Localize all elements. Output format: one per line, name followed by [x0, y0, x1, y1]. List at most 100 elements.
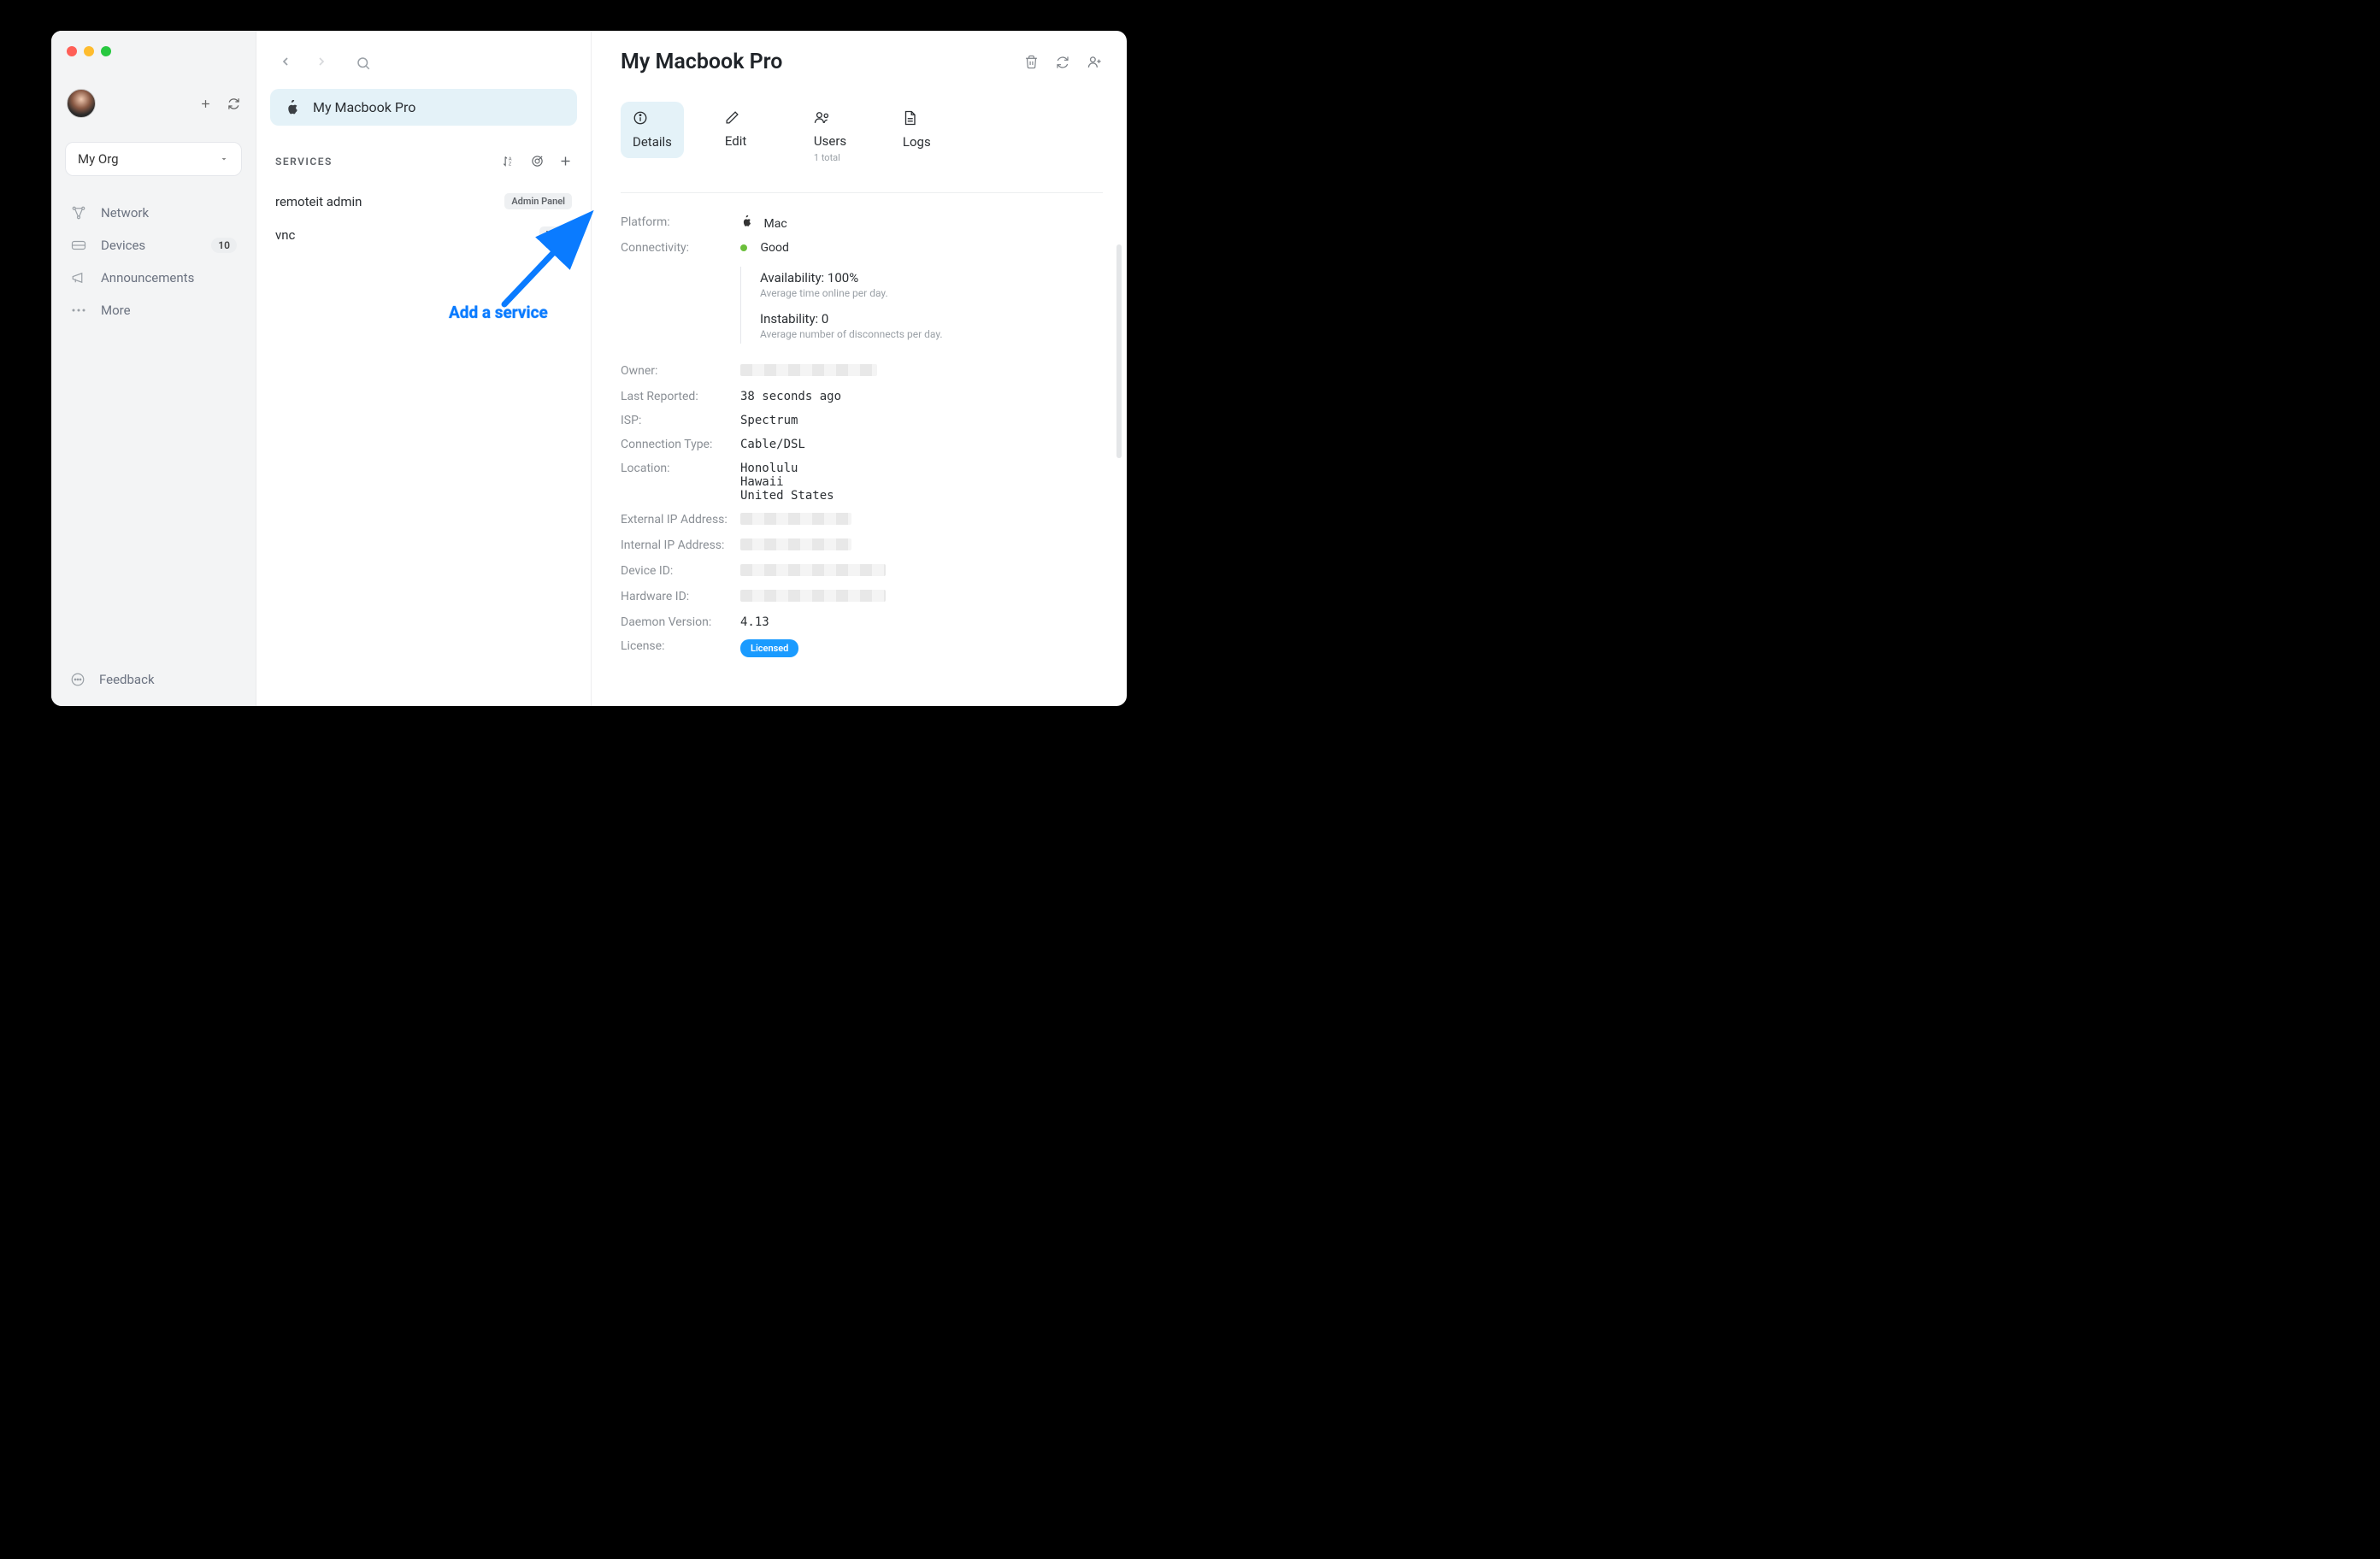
- daemon-version-value: 4.13: [740, 615, 769, 629]
- sidebar-item-label: Network: [101, 205, 149, 221]
- devices-count-badge: 10: [211, 238, 237, 253]
- refresh-icon[interactable]: [227, 97, 240, 110]
- sidebar-item-label: Announcements: [101, 270, 194, 285]
- instability-sub: Average number of disconnects per day.: [760, 328, 1103, 340]
- device-id-label: Device ID:: [621, 564, 740, 579]
- tab-label: Edit: [725, 133, 746, 149]
- sidebar-nav: Network Devices 10 Announcements More: [51, 191, 256, 332]
- megaphone-icon: [70, 271, 87, 285]
- tab-sublabel: 1 total: [814, 152, 840, 163]
- availability-sub: Average time online per day.: [760, 287, 1103, 299]
- device-id-value: [740, 564, 886, 579]
- network-icon: [70, 205, 87, 221]
- connection-type-label: Connection Type:: [621, 438, 740, 451]
- platform-value: Mac: [740, 215, 787, 231]
- forward-button[interactable]: [311, 51, 332, 75]
- add-icon[interactable]: [199, 97, 212, 110]
- avatar[interactable]: [67, 89, 96, 118]
- last-reported-label: Last Reported:: [621, 390, 740, 403]
- service-row[interactable]: vnc VNC: [256, 218, 591, 251]
- connection-type-value: Cable/DSL: [740, 438, 805, 451]
- org-selector[interactable]: My Org: [65, 142, 242, 176]
- location-label: Location:: [621, 462, 740, 503]
- license-badge: Licensed: [740, 639, 798, 657]
- users-icon: [814, 110, 831, 125]
- daemon-version-label: Daemon Version:: [621, 615, 740, 629]
- divider: [621, 192, 1103, 193]
- tab-label: Details: [633, 134, 672, 150]
- sidebar-item-label: More: [101, 303, 131, 318]
- svg-text:A: A: [509, 156, 512, 162]
- tab-edit[interactable]: Edit: [713, 102, 773, 157]
- tab-label: Users: [814, 133, 846, 149]
- isp-label: ISP:: [621, 414, 740, 427]
- tab-label: Logs: [903, 134, 931, 150]
- availability-metric: Availability: 100%: [760, 270, 1103, 285]
- details-panel: My Macbook Pro Details Edit: [592, 31, 1127, 706]
- minimize-window-button[interactable]: [84, 46, 94, 56]
- sidebar-item-network[interactable]: Network: [51, 197, 256, 229]
- service-tag: VNC: [539, 226, 572, 243]
- target-icon[interactable]: [531, 155, 544, 168]
- svg-text:Z: Z: [509, 162, 512, 168]
- external-ip-value: [740, 513, 851, 528]
- back-button[interactable]: [275, 51, 296, 75]
- device-name: My Macbook Pro: [313, 99, 415, 115]
- devices-icon: [70, 239, 87, 251]
- connectivity-metrics: Availability: 100% Average time online p…: [740, 267, 1103, 344]
- external-ip-label: External IP Address:: [621, 513, 740, 528]
- location-value: Honolulu Hawaii United States: [740, 462, 834, 503]
- services-heading: SERVICES: [275, 156, 333, 168]
- tab-users[interactable]: Users 1 total: [802, 102, 862, 172]
- chat-icon: [70, 672, 85, 687]
- pencil-icon: [725, 110, 739, 125]
- feedback-button[interactable]: Feedback: [51, 658, 256, 706]
- license-label: License:: [621, 639, 740, 657]
- sidebar-item-more[interactable]: More: [51, 294, 256, 327]
- hardware-id-label: Hardware ID:: [621, 590, 740, 605]
- sort-icon[interactable]: AZ: [503, 155, 515, 168]
- service-tag: Admin Panel: [504, 193, 572, 209]
- sidebar-item-announcements[interactable]: Announcements: [51, 262, 256, 294]
- window-controls: [67, 46, 111, 56]
- service-name: remoteit admin: [275, 194, 362, 209]
- info-icon: [633, 110, 648, 126]
- connectivity-label: Connectivity:: [621, 241, 740, 255]
- internal-ip-label: Internal IP Address:: [621, 538, 740, 554]
- close-window-button[interactable]: [67, 46, 77, 56]
- refresh-icon[interactable]: [1056, 55, 1069, 69]
- service-name: vnc: [275, 227, 295, 243]
- page-title: My Macbook Pro: [621, 50, 782, 74]
- device-panel: My Macbook Pro SERVICES AZ remoteit admi…: [256, 31, 592, 706]
- add-service-icon[interactable]: [559, 155, 572, 168]
- selected-device[interactable]: My Macbook Pro: [270, 89, 577, 126]
- status-dot-icon: [740, 244, 747, 251]
- owner-label: Owner:: [621, 364, 740, 379]
- sidebar: My Org Network Devices 10 An: [51, 31, 256, 706]
- sidebar-item-label: Devices: [101, 238, 145, 253]
- search-button[interactable]: [356, 56, 371, 71]
- apple-icon: [284, 100, 298, 115]
- delete-icon[interactable]: [1024, 55, 1039, 69]
- tab-details[interactable]: Details: [621, 102, 684, 158]
- sidebar-header: [51, 82, 256, 135]
- org-name: My Org: [78, 151, 119, 167]
- app-window: My Org Network Devices 10 An: [51, 31, 1127, 706]
- license-value: Licensed: [740, 639, 798, 657]
- more-icon: [70, 308, 87, 313]
- tabs: Details Edit Users 1 total Logs: [621, 102, 1103, 172]
- sidebar-item-devices[interactable]: Devices 10: [51, 229, 256, 262]
- isp-value: Spectrum: [740, 414, 798, 427]
- device-panel-nav: [256, 46, 591, 89]
- feedback-label: Feedback: [99, 672, 155, 687]
- hardware-id-value: [740, 590, 886, 605]
- chevron-down-icon: [219, 154, 229, 164]
- add-user-icon[interactable]: [1087, 55, 1103, 69]
- platform-label: Platform:: [621, 215, 740, 231]
- scrollbar[interactable]: [1116, 244, 1122, 458]
- service-row[interactable]: remoteit admin Admin Panel: [256, 185, 591, 218]
- internal-ip-value: [740, 538, 851, 554]
- maximize-window-button[interactable]: [101, 46, 111, 56]
- owner-value: [740, 364, 877, 379]
- tab-logs[interactable]: Logs: [891, 102, 951, 158]
